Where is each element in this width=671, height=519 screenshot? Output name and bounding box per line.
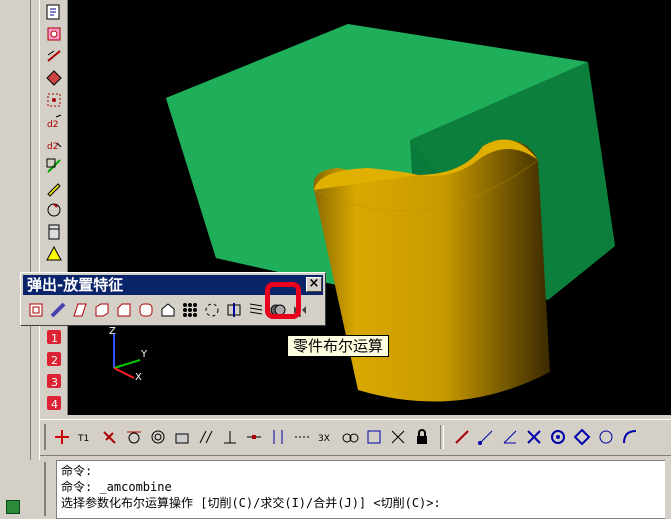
axis-y-label: Y <box>140 349 148 360</box>
equal-radius-icon[interactable] <box>340 427 360 447</box>
badge-2-label: 2 <box>51 354 58 367</box>
command-line-2: 命令: _amcombine <box>61 480 172 494</box>
command-output[interactable]: 命令: 命令: _amcombine 选择参数化布尔运算操作 [切削(C)/求交… <box>56 460 665 519</box>
command-line-1: 命令: <box>61 464 93 478</box>
left-panel-scrollbar[interactable] <box>30 0 40 460</box>
badge-3-label: 3 <box>51 376 58 389</box>
update-icon[interactable] <box>44 200 64 220</box>
shell-icon[interactable] <box>91 299 113 321</box>
command-window: 命令: 命令: _amcombine 选择参数化布尔运算操作 [切削(C)/求交… <box>40 455 671 519</box>
extrude-icon[interactable] <box>25 299 47 321</box>
fillet-icon[interactable] <box>135 299 157 321</box>
pattern-icon[interactable] <box>179 299 201 321</box>
d2-edit-icon[interactable]: d2 <box>44 112 64 132</box>
ucs-axes-indicator: Z Y X <box>100 322 160 383</box>
show-constraints-icon[interactable] <box>388 427 408 447</box>
circle-center-icon[interactable] <box>596 427 616 447</box>
edit-sketch-icon[interactable] <box>44 156 64 176</box>
badge-1-icon[interactable]: 1 <box>44 327 64 347</box>
profile-icon[interactable] <box>44 24 64 44</box>
chamfer-icon[interactable] <box>113 299 135 321</box>
badge-2-icon[interactable]: 2 <box>44 349 64 369</box>
vertical-toolbar: d2 d2 1 2 3 4 <box>40 0 68 415</box>
thread-icon[interactable] <box>245 299 267 321</box>
svg-text:3X: 3X <box>318 434 330 444</box>
diamond-icon[interactable] <box>572 427 592 447</box>
badge-1-label: 1 <box>51 332 58 345</box>
angle-line-icon[interactable] <box>500 427 520 447</box>
collinear-icon[interactable] <box>244 427 264 447</box>
split-icon[interactable] <box>223 299 245 321</box>
t1-icon[interactable]: T1 <box>76 427 96 447</box>
axis-z-label: Z <box>109 326 116 337</box>
pencil-icon[interactable] <box>44 178 64 198</box>
boolean-highlight-ring <box>265 282 301 319</box>
concentric-icon[interactable] <box>148 427 168 447</box>
point-line-icon[interactable] <box>476 427 496 447</box>
toolbar-separator <box>440 425 444 449</box>
fix-point-icon[interactable] <box>44 90 64 110</box>
d2-replace-icon[interactable]: d2 <box>44 134 64 154</box>
rotate-pattern-icon[interactable] <box>201 299 223 321</box>
project-icon[interactable] <box>172 427 192 447</box>
arc-icon[interactable] <box>620 427 640 447</box>
lock-icon[interactable] <box>412 427 432 447</box>
draft-icon[interactable] <box>157 299 179 321</box>
circle-target-icon[interactable] <box>548 427 568 447</box>
svg-text:d2: d2 <box>47 120 58 130</box>
part-boolean-tooltip: 零件布尔运算 <box>287 335 390 357</box>
warning-icon[interactable] <box>44 244 64 264</box>
parallel-icon[interactable] <box>196 427 216 447</box>
status-icon[interactable] <box>6 500 20 514</box>
left-panel <box>0 0 40 519</box>
command-grip[interactable] <box>44 462 52 516</box>
loft-icon[interactable] <box>69 299 91 321</box>
horizontal-dashed-icon[interactable] <box>292 427 312 447</box>
svg-text:d2: d2 <box>47 142 58 152</box>
pipe-icon[interactable] <box>47 299 69 321</box>
bottom-toolbar: T1 3X <box>40 419 671 453</box>
dimension-icon[interactable] <box>44 46 64 66</box>
command-prompt[interactable]: 选择参数化布尔运算操作 [切削(C)/求交(I)/合并(J)] <切削(C)>: <box>61 495 661 511</box>
line-icon[interactable] <box>452 427 472 447</box>
axis-x-label: X <box>135 372 142 382</box>
badge-3-icon[interactable]: 3 <box>44 371 64 391</box>
x-value-icon[interactable]: 3X <box>316 427 336 447</box>
badge-4-icon[interactable]: 4 <box>44 393 64 413</box>
constraint-perpendicular-icon[interactable] <box>52 427 72 447</box>
flyout-close-button[interactable]: × <box>306 277 322 292</box>
sketch-icon[interactable] <box>44 2 64 22</box>
fix-icon[interactable] <box>364 427 384 447</box>
constraint-icon[interactable] <box>44 68 64 88</box>
work-plane-icon[interactable] <box>44 222 64 242</box>
tangent-icon[interactable] <box>124 427 144 447</box>
cross-icon[interactable] <box>524 427 544 447</box>
svg-text:T1: T1 <box>77 434 89 444</box>
badge-4-label: 4 <box>51 398 58 411</box>
vertical-icon[interactable] <box>268 427 288 447</box>
perpendicular-icon[interactable] <box>220 427 240 447</box>
hand-icon[interactable] <box>100 427 120 447</box>
